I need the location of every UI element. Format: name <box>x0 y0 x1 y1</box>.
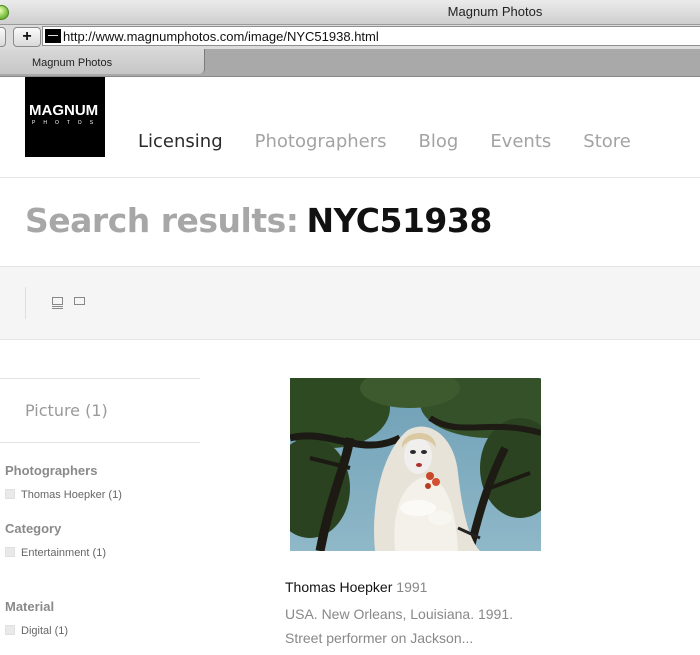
toolbar-divider <box>25 287 26 319</box>
street-performer-photo <box>290 378 541 551</box>
back-button[interactable] <box>0 27 6 47</box>
facet-title-photographers: Photographers <box>5 463 98 478</box>
header-divider <box>0 177 700 178</box>
result-credit[interactable]: Thomas Hoepker 1991 <box>285 579 427 595</box>
search-query: NYC51938 <box>306 201 492 240</box>
nav-store[interactable]: Store <box>583 131 631 152</box>
sidebar-divider-top <box>0 378 200 379</box>
nav-events[interactable]: Events <box>490 131 551 152</box>
logo-subtitle: PHOTOS <box>32 120 102 126</box>
logo-wordmark: MAGNUM <box>29 102 99 119</box>
address-bar[interactable]: http://www.magnumphotos.com/image/NYC519… <box>42 26 700 46</box>
nav-photographers[interactable]: Photographers <box>255 131 387 152</box>
nav-blog[interactable]: Blog <box>419 131 459 152</box>
main-nav: Licensing Photographers Blog Events Stor… <box>138 131 663 152</box>
facet-checkbox[interactable] <box>5 625 15 635</box>
url-text[interactable]: http://www.magnumphotos.com/image/NYC519… <box>63 29 379 44</box>
search-heading: Search results: NYC51938 <box>25 201 492 240</box>
facet-option-thomas-hoepker[interactable]: Thomas Hoepker (1) <box>5 489 122 501</box>
sidebar-divider-bottom <box>0 442 200 443</box>
facet-option-digital[interactable]: Digital (1) <box>5 625 68 637</box>
tab-magnum-photos[interactable]: Magnum Photos <box>0 49 205 74</box>
result-photo[interactable] <box>290 378 541 551</box>
picture-count-filter[interactable]: Picture (1) <box>25 401 108 420</box>
tab-bar: Magnum Photos <box>0 49 700 77</box>
facet-title-category: Category <box>5 521 62 536</box>
browser-toolbar: + http://www.magnumphotos.com/image/NYC5… <box>0 25 700 49</box>
facet-checkbox[interactable] <box>5 489 15 499</box>
result-caption-line-1: USA. New Orleans, Louisiana. 1991. <box>285 606 514 622</box>
result-caption-line-2: Street performer on Jackson... <box>285 630 474 646</box>
search-results-label: Search results: <box>25 201 299 240</box>
facet-title-material: Material <box>5 599 55 614</box>
magnum-logo[interactable]: MAGNUM PHOTOS <box>25 77 105 157</box>
nav-licensing[interactable]: Licensing <box>138 131 223 152</box>
result-year: 1991 <box>396 579 428 595</box>
view-toolbar <box>0 266 700 340</box>
tab-label: Magnum Photos <box>32 57 113 69</box>
thumbnail-view-icon[interactable] <box>74 297 85 305</box>
facet-option-entertainment[interactable]: Entertainment (1) <box>5 547 106 559</box>
window-titlebar: Magnum Photos <box>0 0 700 25</box>
window-title: Magnum Photos <box>447 4 543 19</box>
site-favicon-icon <box>45 29 61 43</box>
add-bookmark-button[interactable]: + <box>13 27 41 47</box>
result-photographer[interactable]: Thomas Hoepker <box>285 579 392 595</box>
facet-checkbox[interactable] <box>5 547 15 557</box>
list-view-icon[interactable] <box>52 297 63 309</box>
